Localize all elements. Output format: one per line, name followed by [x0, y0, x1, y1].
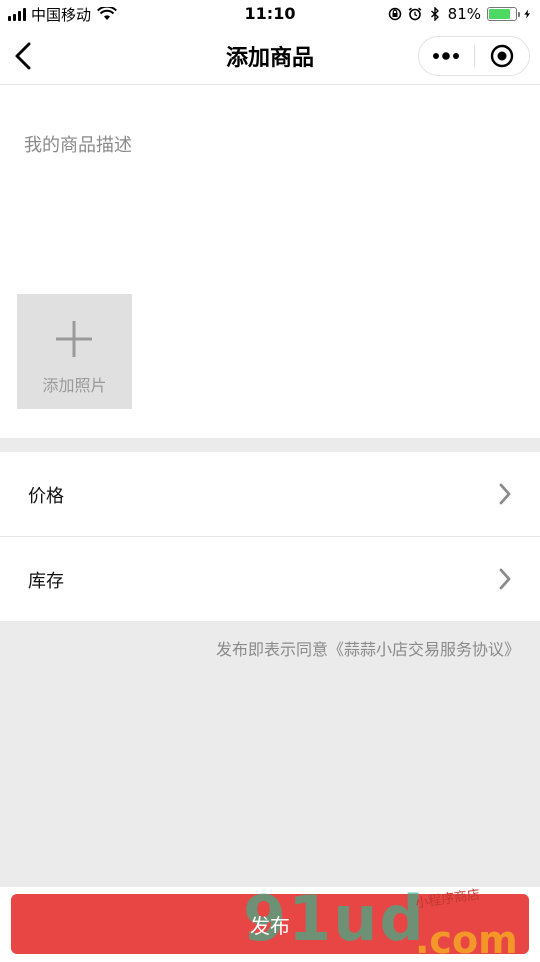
nav-bar: 添加商品: [0, 28, 540, 85]
section-divider: [0, 438, 540, 452]
target-circle-icon: [490, 44, 513, 68]
price-row[interactable]: 价格: [0, 452, 540, 537]
bottom-gray-area: 发布即表示同意《蒜蒜小店交易服务协议》: [0, 621, 540, 887]
stock-label: 库存: [28, 571, 64, 592]
charging-icon: [524, 9, 531, 19]
bluetooth-icon: [430, 7, 439, 21]
description-input[interactable]: [14, 127, 524, 267]
stock-row[interactable]: 库存: [0, 537, 540, 621]
agreement-link[interactable]: 发布即表示同意《蒜蒜小店交易服务协议》: [216, 636, 520, 660]
bottom-bar: 发布: [0, 887, 540, 960]
more-button[interactable]: [419, 37, 474, 75]
alarm-icon: [408, 7, 421, 21]
description-section: 添加照片: [0, 85, 540, 438]
battery-icon: [487, 7, 520, 21]
chevron-right-icon: [499, 483, 511, 505]
add-photo-button[interactable]: 添加照片: [17, 294, 132, 409]
price-label: 价格: [28, 486, 64, 507]
battery-fill: [489, 9, 510, 19]
add-photo-label: 添加照片: [42, 376, 107, 395]
chevron-right-icon: [499, 568, 511, 590]
battery-percent: 81%: [447, 5, 481, 23]
status-right: 81%: [388, 4, 532, 24]
more-dots-icon: [433, 52, 460, 60]
mini-program-capsule: [418, 36, 530, 76]
orientation-lock-icon: [388, 7, 401, 21]
close-button[interactable]: [475, 37, 530, 75]
publish-label: 发布: [250, 915, 290, 938]
publish-button[interactable]: 发布: [11, 894, 529, 954]
status-bar: 中国移动 11:10 81%: [0, 0, 540, 28]
plus-icon: [56, 321, 92, 357]
